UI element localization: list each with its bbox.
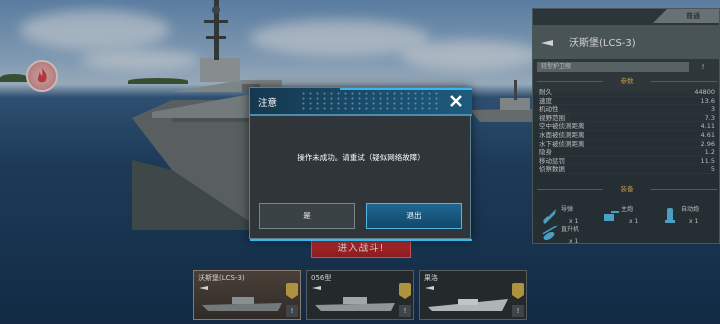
close-icon[interactable] <box>448 93 464 109</box>
alert-dialog: 注意 操作未成功。请重试（疑似网络故障） 是 退出 <box>249 87 472 241</box>
yes-button[interactable]: 是 <box>259 203 355 229</box>
dialog-header: 注意 <box>250 88 472 114</box>
dialog-title: 注意 <box>258 98 278 109</box>
quit-button[interactable]: 退出 <box>366 203 462 229</box>
dialog-message: 操作未成功。请重试（疑似网络故障） <box>297 153 425 162</box>
